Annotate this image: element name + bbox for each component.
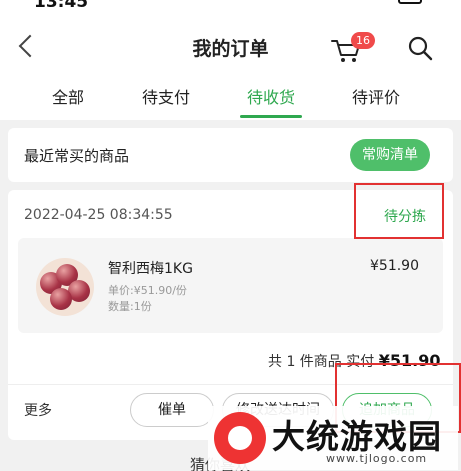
- order-product-item[interactable]: 智利西梅1KG ¥51.90 单价:¥51.90/份 数量:1份: [18, 238, 443, 333]
- status-time: 13:45: [34, 0, 89, 12]
- tab-pending-payment[interactable]: 待支付: [142, 84, 190, 108]
- product-unit-price: 单价:¥51.90/份: [108, 284, 187, 297]
- product-image: [36, 258, 94, 316]
- header: 我的订单 16: [0, 18, 461, 76]
- battery-icon: [398, 0, 422, 4]
- page-title: 我的订单: [192, 38, 269, 60]
- cart-count-badge: 16: [351, 32, 375, 49]
- search-icon[interactable]: [407, 35, 433, 61]
- status-bar: 13:45: [0, 0, 461, 18]
- watermark-logo-icon: [214, 412, 266, 464]
- cart-button[interactable]: 16: [330, 32, 375, 68]
- order-tabs: 全部 待支付 待收货 待评价: [0, 76, 461, 120]
- product-quantity: 数量:1份: [108, 300, 152, 313]
- urge-order-button[interactable]: 催单: [130, 393, 214, 427]
- active-tab-indicator: [240, 115, 302, 118]
- more-actions[interactable]: 更多: [24, 400, 52, 420]
- product-name: 智利西梅1KG: [108, 261, 193, 277]
- tab-all[interactable]: 全部: [52, 84, 84, 108]
- frequent-list-button[interactable]: 常购清单: [350, 139, 430, 171]
- product-price: ¥51.90: [370, 258, 419, 274]
- tab-pending-receipt[interactable]: 待收货: [247, 84, 295, 108]
- watermark-url: www.tjlogo.com: [326, 452, 428, 465]
- watermark-title: 大统游戏园: [272, 417, 442, 456]
- order-datetime: 2022-04-25 08:34:55: [24, 207, 173, 223]
- recent-purchases-title: 最近常买的商品: [24, 147, 130, 165]
- recent-purchases-card: 最近常买的商品 常购清单: [8, 128, 453, 182]
- tab-pending-review[interactable]: 待评价: [352, 84, 400, 108]
- site-watermark: 大统游戏园 www.tjlogo.com: [208, 406, 458, 470]
- status-highlight-box: [354, 183, 444, 239]
